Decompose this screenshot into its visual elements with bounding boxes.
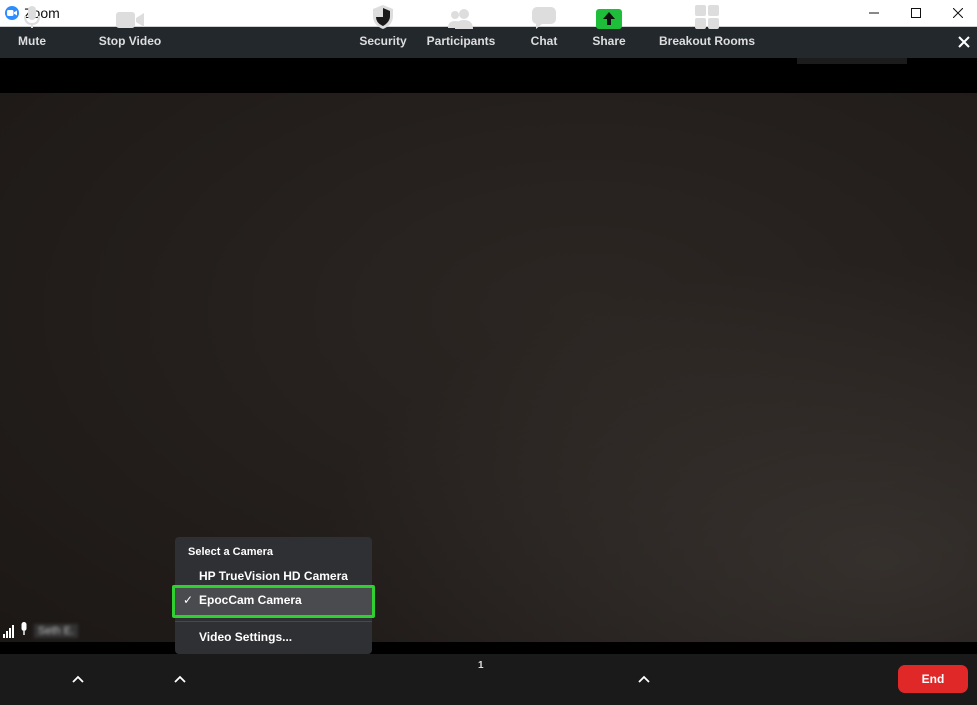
participant-name: Seth E. bbox=[34, 624, 79, 638]
security-label: Security bbox=[359, 34, 407, 48]
participants-label: Participants bbox=[426, 34, 496, 48]
participant-name-tag: Seth E. bbox=[0, 621, 92, 641]
security-button[interactable]: Security bbox=[356, 0, 410, 51]
breakout-rooms-button[interactable]: Breakout Rooms bbox=[656, 0, 758, 51]
breakout-rooms-label: Breakout Rooms bbox=[658, 34, 756, 48]
video-feed bbox=[0, 93, 977, 642]
chat-button[interactable]: Chat bbox=[524, 0, 564, 51]
video-camera-icon bbox=[115, 0, 145, 30]
end-meeting-button[interactable]: End bbox=[898, 665, 968, 693]
minimize-button[interactable] bbox=[852, 0, 896, 26]
camera-menu-header: Select a Camera bbox=[188, 546, 273, 558]
shield-icon bbox=[372, 0, 394, 30]
meeting-toolbar bbox=[0, 654, 977, 705]
stop-video-button[interactable]: Stop Video bbox=[95, 0, 165, 51]
participants-icon bbox=[446, 0, 476, 30]
chat-bubble-icon bbox=[531, 0, 557, 30]
share-screen-button[interactable]: Share bbox=[588, 0, 630, 51]
breakout-rooms-icon bbox=[694, 0, 720, 30]
maximize-button[interactable] bbox=[894, 0, 938, 26]
microphone-icon bbox=[20, 621, 28, 641]
mute-label: Mute bbox=[18, 34, 46, 48]
video-settings-label: Video Settings... bbox=[199, 630, 293, 644]
end-label: End bbox=[921, 672, 945, 686]
participants-button[interactable]: Participants bbox=[424, 0, 498, 51]
share-screen-icon bbox=[595, 0, 623, 30]
camera-option-label: EpocCam Camera bbox=[199, 593, 302, 607]
close-icon[interactable] bbox=[955, 33, 973, 51]
stop-video-label: Stop Video bbox=[98, 34, 162, 48]
share-label: Share bbox=[592, 34, 626, 48]
close-window-button[interactable] bbox=[936, 0, 977, 26]
menu-divider bbox=[175, 621, 372, 622]
participants-count-badge: 1 bbox=[478, 660, 484, 671]
chat-label: Chat bbox=[530, 34, 558, 48]
audio-options-chevron-up-icon[interactable] bbox=[71, 672, 85, 686]
checkmark-icon: ✓ bbox=[183, 593, 194, 607]
video-options-chevron-up-icon[interactable] bbox=[173, 672, 187, 686]
mute-button[interactable]: Mute bbox=[12, 0, 52, 51]
video-settings-item[interactable]: Video Settings... bbox=[175, 625, 372, 649]
signal-strength-icon bbox=[3, 624, 14, 638]
camera-option-epoccam[interactable]: ✓ EpocCam Camera bbox=[172, 585, 375, 618]
view-tab[interactable] bbox=[797, 58, 907, 64]
microphone-icon bbox=[22, 0, 42, 30]
share-options-chevron-up-icon[interactable] bbox=[637, 672, 651, 686]
